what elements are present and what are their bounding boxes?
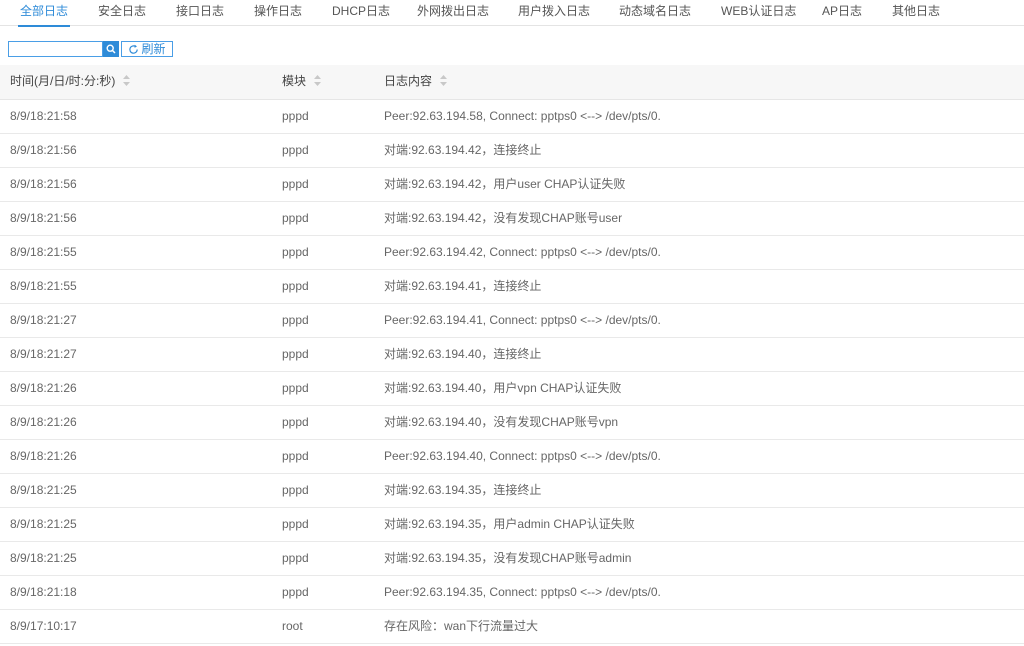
table-row: 8/9/18:21:18 pppd Peer:92.63.194.35, Conne… — [0, 576, 1024, 610]
cell-content: Peer:92.63.194.41, Connect: pptps0 <--> … — [384, 313, 661, 327]
tab-ddns-logs[interactable]: 动态域名日志 — [619, 0, 691, 26]
tab-dhcp-logs[interactable]: DHCP日志 — [332, 0, 390, 26]
cell-content: 对端:92.63.194.40，用户vpn CHAP认证失败 — [384, 381, 622, 395]
cell-time: 8/9/18:21:26 — [10, 415, 77, 429]
cell-time: 8/9/18:21:56 — [10, 177, 77, 191]
cell-module: pppd — [282, 449, 309, 463]
table-row: 8/9/18:21:56 pppd 对端:92.63.194.42，没有发现CHAP… — [0, 202, 1024, 236]
table-header: 时间(月/日/时:分:秒) 模块 日志内容 — [0, 65, 1024, 100]
column-header-time-label: 时间(月/日/时:分:秒) — [10, 74, 116, 88]
cell-content: Peer:92.63.194.42, Connect: pptps0 <--> … — [384, 245, 661, 259]
table-row: 8/9/18:21:55 pppd Peer:92.63.194.42, Conne… — [0, 236, 1024, 270]
cell-time: 8/9/18:21:25 — [10, 517, 77, 531]
search-input[interactable] — [8, 41, 103, 57]
cell-time: 8/9/17:10:17 — [10, 619, 77, 633]
table-row: 8/9/18:21:27 pppd 对端:92.63.194.40，连接终止 — [0, 338, 1024, 372]
cell-content: 对端:92.63.194.40，连接终止 — [384, 347, 542, 361]
table-row: 8/9/18:21:25 pppd 对端:92.63.194.35，用户admin … — [0, 508, 1024, 542]
cell-content: Peer:92.63.194.58, Connect: pptps0 <--> … — [384, 109, 661, 123]
cell-time: 8/9/18:21:27 — [10, 313, 77, 327]
sort-icon — [123, 75, 131, 87]
tab-user-dialin-logs[interactable]: 用户拨入日志 — [518, 0, 590, 26]
refresh-icon — [129, 44, 139, 54]
cell-time: 8/9/18:21:56 — [10, 211, 77, 225]
cell-module: root — [282, 619, 303, 633]
tab-interface-logs[interactable]: 接口日志 — [176, 0, 224, 26]
cell-module: pppd — [282, 313, 309, 327]
cell-time: 8/9/18:21:26 — [10, 449, 77, 463]
cell-content: Peer:92.63.194.35, Connect: pptps0 <--> … — [384, 585, 661, 599]
table-row: 8/9/18:21:27 pppd Peer:92.63.194.41, Conne… — [0, 304, 1024, 338]
table-row: 8/9/18:21:26 pppd 对端:92.63.194.40，用户vpn CH… — [0, 372, 1024, 406]
cell-content: Peer:92.63.194.40, Connect: pptps0 <--> … — [384, 449, 661, 463]
column-header-content-label: 日志内容 — [384, 74, 433, 88]
cell-module: pppd — [282, 517, 309, 531]
cell-time: 8/9/18:21:55 — [10, 279, 77, 293]
cell-module: pppd — [282, 551, 309, 565]
table-row: 8/9/17:10:17 root 存在风险：wan下行流量过大 — [0, 610, 1024, 644]
tab-security-logs[interactable]: 安全日志 — [98, 0, 146, 26]
cell-module: pppd — [282, 483, 309, 497]
column-header-time[interactable]: 时间(月/日/时:分:秒) — [10, 65, 131, 100]
tab-wan-dialout-logs[interactable]: 外网拨出日志 — [417, 0, 489, 26]
table-row: 8/9/18:21:25 pppd 对端:92.63.194.35，连接终止 — [0, 474, 1024, 508]
search-icon — [106, 44, 116, 54]
cell-time: 8/9/18:21:55 — [10, 245, 77, 259]
search-button[interactable] — [103, 41, 119, 57]
refresh-button[interactable]: 刷新 — [121, 41, 173, 57]
sort-icon — [314, 75, 322, 87]
cell-content: 对端:92.63.194.42，连接终止 — [384, 143, 542, 157]
cell-module: pppd — [282, 347, 309, 361]
tab-web-auth-logs[interactable]: WEB认证日志 — [721, 0, 796, 26]
cell-module: pppd — [282, 415, 309, 429]
cell-module: pppd — [282, 245, 309, 259]
column-header-module-label: 模块 — [282, 74, 307, 88]
tab-all-logs[interactable]: 全部日志 — [17, 0, 71, 27]
cell-content: 对端:92.63.194.42，用户user CHAP认证失败 — [384, 177, 626, 191]
table-row: 8/9/18:21:26 pppd 对端:92.63.194.40，没有发现CHAP… — [0, 406, 1024, 440]
table-row: 8/9/18:21:58 pppd Peer:92.63.194.58, Conne… — [0, 100, 1024, 134]
tab-ap-logs[interactable]: AP日志 — [822, 0, 862, 26]
cell-time: 8/9/18:21:56 — [10, 143, 77, 157]
cell-module: pppd — [282, 211, 309, 225]
cell-time: 8/9/18:21:25 — [10, 551, 77, 565]
log-tabs: 全部日志 安全日志 接口日志 操作日志 DHCP日志 外网拨出日志 用户拨入日志… — [0, 0, 1024, 27]
cell-module: pppd — [282, 585, 309, 599]
tab-operation-logs[interactable]: 操作日志 — [254, 0, 302, 26]
cell-module: pppd — [282, 109, 309, 123]
table-row: 8/9/18:21:25 pppd 对端:92.63.194.35，没有发现CHAP… — [0, 542, 1024, 576]
cell-time: 8/9/18:21:26 — [10, 381, 77, 395]
cell-time: 8/9/18:21:58 — [10, 109, 77, 123]
cell-module: pppd — [282, 143, 309, 157]
table-row: 8/9/18:21:56 pppd 对端:92.63.194.42，连接终止 — [0, 134, 1024, 168]
cell-content: 对端:92.63.194.40，没有发现CHAP账号vpn — [384, 415, 619, 429]
table-row: 8/9/18:21:55 pppd 对端:92.63.194.41，连接终止 — [0, 270, 1024, 304]
column-header-content[interactable]: 日志内容 — [384, 65, 448, 100]
cell-content: 对端:92.63.194.35，连接终止 — [384, 483, 542, 497]
cell-time: 8/9/18:21:25 — [10, 483, 77, 497]
log-table: 时间(月/日/时:分:秒) 模块 日志内容 8/9/18:21:58 pppd Pe… — [0, 65, 1024, 644]
cell-content: 对端:92.63.194.42，没有发现CHAP账号user — [384, 211, 623, 225]
table-row: 8/9/18:21:26 pppd Peer:92.63.194.40, Conne… — [0, 440, 1024, 474]
sort-icon — [440, 75, 448, 87]
cell-time: 8/9/18:21:27 — [10, 347, 77, 361]
cell-module: pppd — [282, 177, 309, 191]
refresh-label: 刷新 — [141, 42, 166, 56]
cell-time: 8/9/18:21:18 — [10, 585, 77, 599]
cell-content: 存在风险：wan下行流量过大 — [384, 619, 539, 633]
cell-content: 对端:92.63.194.35，用户admin CHAP认证失败 — [384, 517, 635, 531]
cell-content: 对端:92.63.194.41，连接终止 — [384, 279, 542, 293]
cell-content: 对端:92.63.194.35，没有发现CHAP账号admin — [384, 551, 632, 565]
table-row: 8/9/18:21:56 pppd 对端:92.63.194.42，用户user C… — [0, 168, 1024, 202]
cell-module: pppd — [282, 279, 309, 293]
cell-module: pppd — [282, 381, 309, 395]
column-header-module[interactable]: 模块 — [282, 65, 322, 100]
tab-other-logs[interactable]: 其他日志 — [892, 0, 940, 26]
